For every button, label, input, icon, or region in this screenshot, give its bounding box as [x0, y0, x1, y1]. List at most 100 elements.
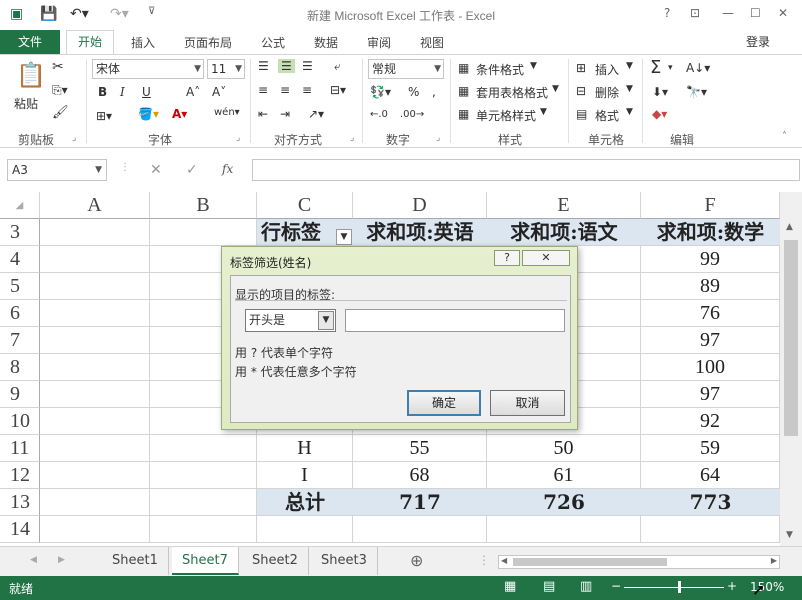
add-sheet-icon[interactable]: ⊕ [410, 551, 423, 570]
pivot-data-cell[interactable]: 50 [487, 435, 641, 462]
dialog-close-button[interactable]: ✕ [522, 250, 570, 266]
grid-cell[interactable] [40, 516, 150, 543]
hscroll-thumb[interactable] [513, 558, 667, 566]
tab-page-layout[interactable]: 页面布局 [184, 34, 232, 51]
pivot-total-cell[interactable]: 总计 [257, 489, 353, 516]
row-header[interactable]: 11 [0, 435, 40, 462]
align-middle-icon[interactable]: ☰ [278, 59, 295, 73]
row-header[interactable]: 5 [0, 273, 40, 300]
fill-icon[interactable]: ⬇▾ [652, 85, 668, 99]
grid-cell[interactable] [40, 246, 150, 273]
scroll-thumb[interactable] [784, 240, 798, 436]
autosum-icon[interactable]: Σ [650, 57, 661, 78]
format-cells-button[interactable]: 格式 [595, 107, 619, 124]
row-header[interactable]: 6 [0, 300, 40, 327]
filter-value-input[interactable] [345, 309, 565, 332]
pivot-data-cell[interactable]: 64 [641, 462, 780, 489]
conditional-format-button[interactable]: 条件格式 [476, 61, 524, 78]
grid-cell[interactable] [150, 516, 257, 543]
align-top-icon[interactable]: ☰ [258, 59, 269, 73]
pivot-header-cell[interactable]: 求和项:数学 [641, 219, 780, 246]
fill-color-icon[interactable]: 🪣▾ [138, 107, 159, 121]
tab-splitter-icon[interactable]: ⋮ [478, 553, 490, 567]
grid-cell[interactable] [40, 435, 150, 462]
sheet-tab-sheet7[interactable]: Sheet7 [172, 547, 239, 575]
grid-cell[interactable] [487, 516, 641, 543]
column-header-b[interactable]: B [150, 192, 257, 219]
grid-cell[interactable] [40, 327, 150, 354]
pivot-data-cell[interactable]: 68 [353, 462, 487, 489]
cancel-icon[interactable]: ✕ [150, 162, 162, 178]
wrap-text-icon[interactable]: ⤶ [334, 59, 341, 74]
select-all-corner[interactable]: ◢ [0, 192, 40, 219]
page-break-view-icon[interactable]: ▥ [580, 579, 592, 594]
pivot-header-cell[interactable]: 求和项:语文 [487, 219, 641, 246]
ok-button[interactable]: 确定 [407, 390, 481, 416]
scroll-down-icon[interactable]: ▼ [786, 530, 793, 540]
sheet-tab-sheet1[interactable]: Sheet1 [102, 547, 169, 575]
grid-cell[interactable] [40, 489, 150, 516]
pivot-data-cell[interactable]: 100 [641, 354, 780, 381]
pivot-data-cell[interactable]: 55 [353, 435, 487, 462]
page-layout-view-icon[interactable]: ▤ [543, 579, 555, 594]
decrease-font-icon[interactable]: A˅ [212, 85, 226, 99]
tab-data[interactable]: 数据 [314, 34, 338, 51]
horizontal-scrollbar[interactable]: ◀ ▶ [498, 555, 780, 569]
grid-cell[interactable] [40, 462, 150, 489]
paste-button[interactable]: 粘贴 [14, 95, 38, 112]
pivot-data-cell[interactable]: 99 [641, 246, 780, 273]
delete-cells-button[interactable]: 删除 [595, 84, 619, 101]
scroll-left-icon[interactable]: ◀ [501, 556, 507, 565]
font-color-icon[interactable]: A▾ [172, 107, 187, 121]
pivot-data-cell[interactable]: 61 [487, 462, 641, 489]
grid-cell[interactable] [40, 219, 150, 246]
operator-select[interactable]: 开头是 ▼ [245, 309, 336, 332]
grid-cell[interactable] [257, 516, 353, 543]
cut-icon[interactable]: ✂ [52, 59, 64, 75]
italic-button[interactable]: I [120, 85, 125, 99]
font-size-dropdown[interactable]: 11 ▼ [207, 59, 245, 79]
format-painter-icon[interactable]: 🖌 [52, 105, 69, 120]
table-format-button[interactable]: 套用表格格式 [476, 84, 548, 101]
borders-icon[interactable]: ⊞▾ [96, 109, 112, 123]
grid-cell[interactable] [150, 219, 257, 246]
scroll-up-icon[interactable]: ▲ [786, 222, 793, 232]
bold-button[interactable]: B [98, 85, 107, 99]
close-icon[interactable]: ✕ [778, 6, 788, 20]
pivot-data-cell[interactable]: 76 [641, 300, 780, 327]
percent-button[interactable]: % [408, 85, 419, 99]
grid-cell[interactable] [150, 462, 257, 489]
pivot-data-cell[interactable]: H [257, 435, 353, 462]
grid-cell[interactable] [40, 273, 150, 300]
column-header-f[interactable]: F [641, 192, 780, 219]
pivot-data-cell[interactable]: 59 [641, 435, 780, 462]
pivot-data-cell[interactable]: 92 [641, 408, 780, 435]
currency-icon[interactable]: 💱▾ [370, 85, 391, 99]
tab-file[interactable]: 文件 [0, 30, 60, 54]
orientation-icon[interactable]: ↗▾ [308, 107, 324, 121]
increase-indent-icon[interactable]: ⇥ [280, 107, 290, 121]
dialog-help-button[interactable]: ? [494, 250, 520, 266]
column-header-d[interactable]: D [353, 192, 487, 219]
decrease-indent-icon[interactable]: ⇤ [258, 107, 268, 121]
sign-in-link[interactable]: 登录 [746, 33, 770, 50]
pivot-header-cell[interactable]: 求和项:英语 [353, 219, 487, 246]
grid-cell[interactable] [150, 489, 257, 516]
name-box[interactable]: A3 ▼ [7, 159, 107, 181]
row-header[interactable]: 14 [0, 516, 40, 543]
row-header[interactable]: 13 [0, 489, 40, 516]
number-launcher-icon[interactable]: ⌟ [436, 133, 440, 143]
merge-center-icon[interactable]: ⊟▾ [330, 83, 346, 97]
clipboard-launcher-icon[interactable]: ⌟ [72, 133, 76, 143]
grid-cell[interactable] [40, 408, 150, 435]
next-sheet-icon[interactable]: ▶ [58, 555, 65, 565]
zoom-slider[interactable] [624, 587, 724, 588]
phonetic-icon[interactable]: wén▾ [214, 107, 240, 118]
align-left-icon[interactable]: ≡ [258, 83, 268, 97]
pivot-data-cell[interactable]: I [257, 462, 353, 489]
row-header[interactable]: 7 [0, 327, 40, 354]
zoom-in-icon[interactable]: + [727, 579, 737, 593]
row-label-filter-button[interactable]: ▼ [336, 229, 352, 245]
tab-review[interactable]: 审阅 [367, 34, 391, 51]
maximize-icon[interactable]: ☐ [750, 6, 761, 20]
